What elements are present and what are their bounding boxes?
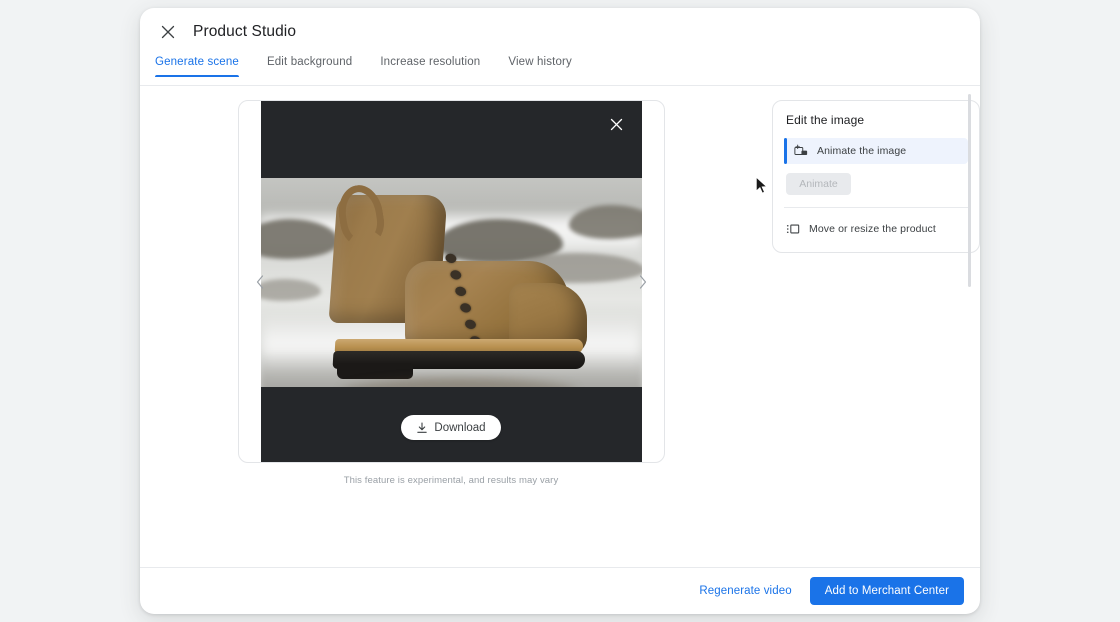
image-viewer: Download [237, 100, 665, 463]
dialog-footer: Regenerate video Add to Merchant Center [140, 567, 980, 614]
panel-scrollbar[interactable] [968, 94, 971, 287]
experimental-disclaimer: This feature is experimental, and result… [343, 475, 559, 486]
boot-eyelet [458, 301, 472, 314]
animate-image-icon [794, 144, 808, 155]
close-icon [161, 25, 175, 39]
download-bar: Download [261, 415, 642, 440]
option-label: Move or resize the product [809, 223, 936, 235]
download-button[interactable]: Download [401, 415, 501, 440]
download-icon [417, 421, 428, 433]
preview-column: Download This feature is experimental, a… [140, 100, 758, 567]
download-button-label: Download [434, 421, 486, 434]
option-label: Animate the image [817, 145, 907, 157]
letterbox-bar-top [260, 101, 642, 178]
dialog-body: Download This feature is experimental, a… [140, 86, 980, 567]
chevron-left-icon [256, 274, 263, 289]
animate-button[interactable]: Animate [786, 173, 851, 195]
edit-panel-column: Edit the image Animate the image Animate [758, 94, 980, 567]
close-dialog-button[interactable] [154, 18, 182, 46]
tab-edit-background[interactable]: Edit background [267, 56, 352, 77]
boot-eyelet [453, 285, 467, 298]
panel-divider [784, 207, 968, 208]
close-icon [610, 118, 623, 130]
chevron-right-icon [639, 274, 646, 289]
option-animate-the-image[interactable]: Animate the image [784, 138, 968, 164]
boot-eyelet [463, 318, 477, 331]
edit-image-panel: Edit the image Animate the image Animate [772, 100, 980, 253]
next-image-button[interactable] [632, 271, 654, 293]
move-resize-icon [786, 224, 800, 234]
dialog-header: Product Studio [140, 8, 980, 56]
boot-eyelet [448, 268, 462, 281]
tab-bar: Generate scene Edit background Increase … [140, 56, 980, 86]
boot-eyelet [443, 252, 458, 265]
tab-increase-resolution[interactable]: Increase resolution [380, 56, 480, 77]
product-boot [319, 181, 587, 405]
add-to-merchant-center-button[interactable]: Add to Merchant Center [809, 577, 964, 605]
tab-view-history[interactable]: View history [508, 56, 572, 77]
panel-title: Edit the image [786, 113, 865, 127]
regenerate-video-button[interactable]: Regenerate video [687, 577, 803, 605]
option-move-or-resize-the-product[interactable]: Move or resize the product [784, 218, 968, 240]
collapse-image-button[interactable] [606, 113, 628, 135]
generated-image[interactable]: Download [260, 101, 642, 462]
previous-image-button[interactable] [249, 271, 271, 293]
selected-accent-bar [784, 138, 787, 164]
product-studio-dialog: Product Studio Generate scene Edit backg… [140, 8, 980, 614]
boot-heel [336, 363, 413, 379]
page-title: Product Studio [193, 23, 297, 40]
tab-generate-scene[interactable]: Generate scene [155, 56, 239, 77]
